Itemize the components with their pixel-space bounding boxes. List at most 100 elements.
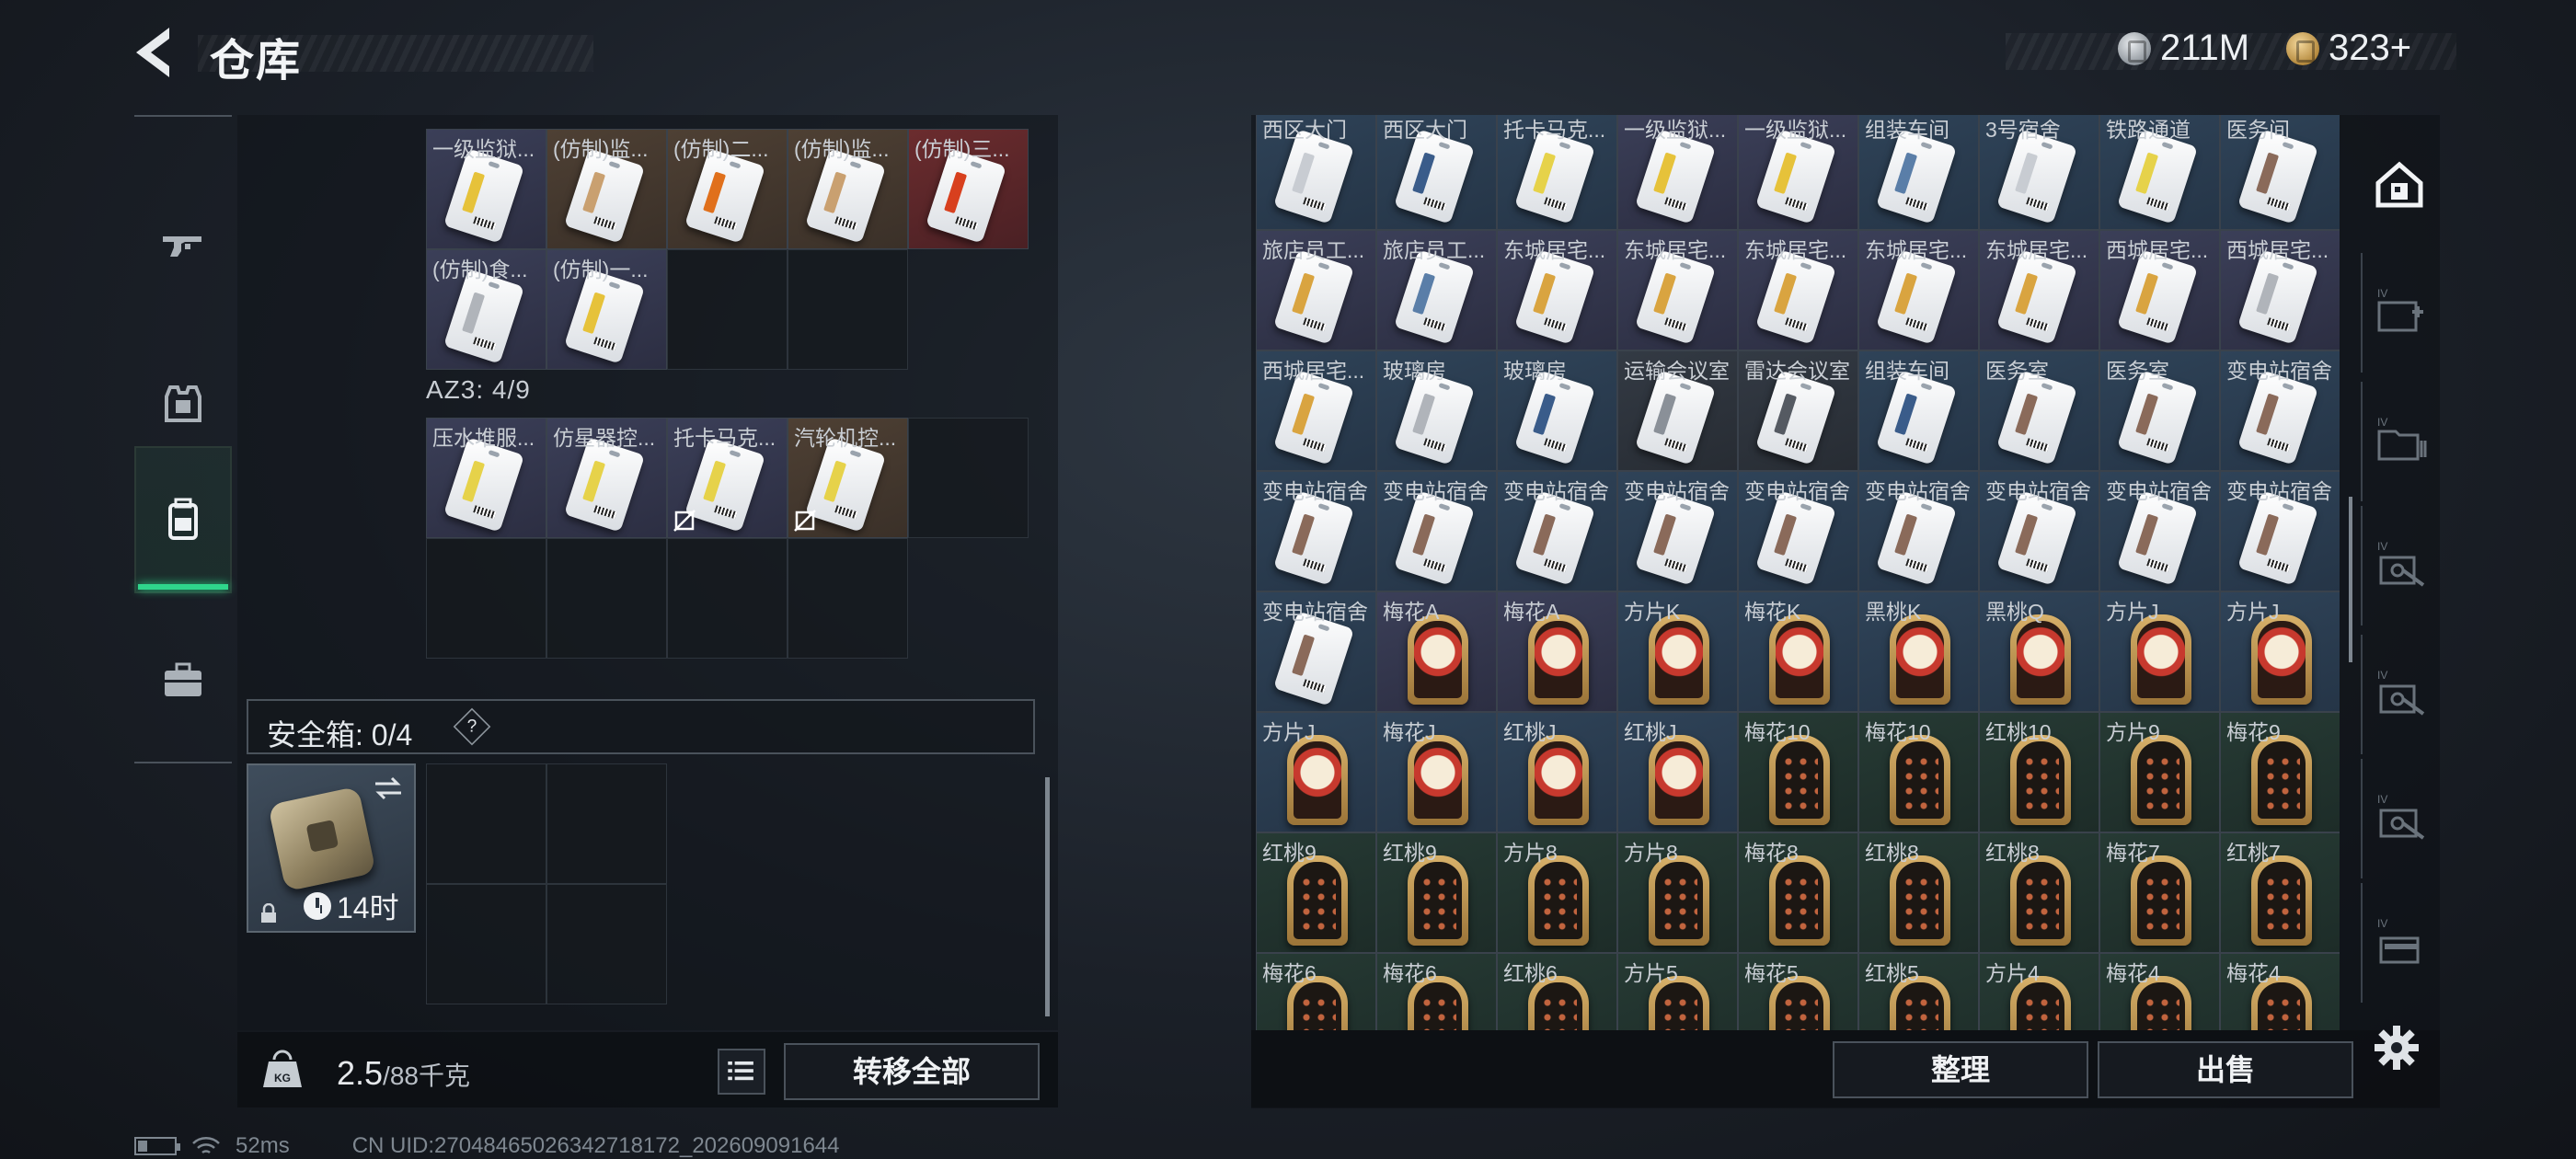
settings-gear-icon[interactable] xyxy=(2368,1019,2425,1076)
inventory-item[interactable]: 变电站宿舍 xyxy=(2220,350,2340,471)
inventory-item[interactable]: 梅花5 xyxy=(1738,953,1858,1030)
inventory-item[interactable]: 组装车间 xyxy=(1858,115,1979,230)
inventory-item[interactable]: 东城居宅... xyxy=(1738,230,1858,350)
inventory-item[interactable]: 梅花A xyxy=(1497,591,1617,712)
inventory-item[interactable]: 仿星器控... xyxy=(546,418,667,538)
inventory-item[interactable]: 方片9 xyxy=(2099,712,2220,832)
inventory-item[interactable]: 托卡马克... xyxy=(1497,115,1617,230)
inventory-item[interactable]: 一级监狱... xyxy=(426,129,546,249)
inventory-item[interactable]: 西城居宅... xyxy=(2220,230,2340,350)
inventory-item[interactable]: 托卡马克... xyxy=(667,418,788,538)
silver-currency[interactable]: 211M xyxy=(2118,28,2249,69)
inventory-item[interactable]: 黑桃Q xyxy=(1979,591,2099,712)
inventory-item[interactable]: 梅花4 xyxy=(2220,953,2340,1030)
inventory-item[interactable]: 变电站宿舍 xyxy=(1617,471,1738,591)
inventory-item[interactable]: 东城居宅... xyxy=(1979,230,2099,350)
inventory-item[interactable]: 梅花9 xyxy=(2220,712,2340,832)
empty-slot[interactable] xyxy=(788,249,908,370)
inventory-item[interactable]: 红桃6 xyxy=(1497,953,1617,1030)
inventory-item[interactable]: 方片8 xyxy=(1497,832,1617,953)
inventory-item[interactable]: 黑桃K xyxy=(1858,591,1979,712)
inventory-item[interactable]: 医务室 xyxy=(2099,350,2220,471)
inventory-item[interactable]: 西城居宅... xyxy=(2099,230,2220,350)
inventory-item[interactable]: (仿制)二... xyxy=(667,129,788,249)
inventory-item[interactable]: 方片J xyxy=(2220,591,2340,712)
inventory-item[interactable]: 西城居宅... xyxy=(1256,350,1376,471)
inventory-item[interactable]: 方片J xyxy=(2099,591,2220,712)
inventory-item[interactable]: 红桃10 xyxy=(1979,712,2099,832)
inventory-item[interactable]: 变电站宿舍 xyxy=(1858,471,1979,591)
inventory-item[interactable]: 变电站宿舍 xyxy=(1256,471,1376,591)
inventory-item[interactable]: 变电站宿舍 xyxy=(1497,471,1617,591)
inventory-item[interactable]: 梅花4 xyxy=(2099,953,2220,1030)
empty-slot[interactable] xyxy=(546,884,667,1004)
inventory-item[interactable]: 旅店员工... xyxy=(1256,230,1376,350)
transfer-all-button[interactable]: 转移全部 xyxy=(784,1043,1040,1100)
inventory-item[interactable]: 铁路通道 xyxy=(2099,115,2220,230)
inventory-item[interactable]: 汽轮机控... xyxy=(788,418,908,538)
warehouse-tab-4[interactable]: IV xyxy=(2361,635,2438,754)
empty-slot[interactable] xyxy=(426,884,546,1004)
inventory-item[interactable]: 红桃8 xyxy=(1979,832,2099,953)
inventory-item[interactable]: 梅花A xyxy=(1376,591,1497,712)
sell-button[interactable]: 出售 xyxy=(2098,1041,2353,1098)
inventory-item[interactable]: 变电站宿舍 xyxy=(2099,471,2220,591)
inventory-item[interactable]: 一级监狱... xyxy=(1617,115,1738,230)
inventory-item[interactable]: 方片8 xyxy=(1617,832,1738,953)
inventory-item[interactable]: 3号宿舍 xyxy=(1979,115,2099,230)
inventory-item[interactable]: 变电站宿舍 xyxy=(1256,591,1376,712)
inventory-item[interactable]: (仿制)食... xyxy=(426,249,546,370)
inventory-item[interactable]: 东城居宅... xyxy=(1617,230,1738,350)
inventory-item[interactable]: 玻璃房 xyxy=(1497,350,1617,471)
inventory-item[interactable]: 西区大门 xyxy=(1376,115,1497,230)
empty-slot[interactable] xyxy=(908,418,1029,538)
warehouse-tab-2[interactable]: IV xyxy=(2361,382,2438,501)
inventory-item[interactable]: 旅店员工... xyxy=(1376,230,1497,350)
backpack-scrollbar[interactable] xyxy=(1045,777,1050,1016)
inventory-item[interactable]: 医务间 xyxy=(2220,115,2340,230)
inventory-item[interactable]: 梅花6 xyxy=(1256,953,1376,1030)
inventory-item[interactable]: 梅花10 xyxy=(1858,712,1979,832)
inventory-item[interactable]: 组装车间 xyxy=(1858,350,1979,471)
inventory-item[interactable]: 东城居宅... xyxy=(1858,230,1979,350)
warehouse-tab-1[interactable]: IV xyxy=(2361,253,2438,373)
inventory-item[interactable]: 变电站宿舍 xyxy=(1376,471,1497,591)
inventory-item[interactable]: (仿制)监... xyxy=(546,129,667,249)
inventory-item[interactable]: 梅花7 xyxy=(2099,832,2220,953)
empty-slot[interactable] xyxy=(667,249,788,370)
safe-box-item[interactable]: 14时 xyxy=(247,763,416,933)
inventory-item[interactable]: 梅花8 xyxy=(1738,832,1858,953)
empty-slot[interactable] xyxy=(667,538,788,659)
inventory-item[interactable]: 医务室 xyxy=(1979,350,2099,471)
inventory-item[interactable]: 方片J xyxy=(1256,712,1376,832)
inventory-item[interactable]: 方片4 xyxy=(1979,953,2099,1030)
organize-button[interactable]: 整理 xyxy=(1833,1041,2088,1098)
swap-icon[interactable] xyxy=(372,775,405,802)
empty-slot[interactable] xyxy=(546,538,667,659)
inventory-item[interactable]: 玻璃房 xyxy=(1376,350,1497,471)
inventory-item[interactable]: 红桃9 xyxy=(1256,832,1376,953)
inventory-item[interactable]: 红桃J xyxy=(1497,712,1617,832)
empty-slot[interactable] xyxy=(426,763,546,884)
inventory-item[interactable]: 变电站宿舍 xyxy=(2220,471,2340,591)
inventory-item[interactable]: 运输会议室 xyxy=(1617,350,1738,471)
inventory-item[interactable]: 梅花6 xyxy=(1376,953,1497,1030)
inventory-item[interactable]: 压水堆服... xyxy=(426,418,546,538)
inventory-item[interactable]: 变电站宿舍 xyxy=(1979,471,2099,591)
inventory-item[interactable]: 梅花J xyxy=(1376,712,1497,832)
back-button[interactable] xyxy=(129,20,184,85)
warehouse-tab-5[interactable]: IV xyxy=(2361,759,2438,878)
inventory-item[interactable]: 方片5 xyxy=(1617,953,1738,1030)
inventory-item[interactable]: 方片K xyxy=(1617,591,1738,712)
inventory-item[interactable]: (仿制)监... xyxy=(788,129,908,249)
warehouse-tab-3[interactable]: IV xyxy=(2361,506,2438,625)
inventory-item[interactable]: 西区大门 xyxy=(1256,115,1376,230)
inventory-item[interactable]: 东城居宅... xyxy=(1497,230,1617,350)
inventory-item[interactable]: 变电站宿舍 xyxy=(1738,471,1858,591)
help-button[interactable]: ? xyxy=(453,707,491,746)
empty-slot[interactable] xyxy=(788,538,908,659)
gold-currency[interactable]: 323+ xyxy=(2286,28,2411,69)
inventory-item[interactable]: (仿制)一... xyxy=(546,249,667,370)
inventory-item[interactable]: (仿制)三... xyxy=(908,129,1029,249)
nav-briefcase[interactable] xyxy=(134,606,232,753)
